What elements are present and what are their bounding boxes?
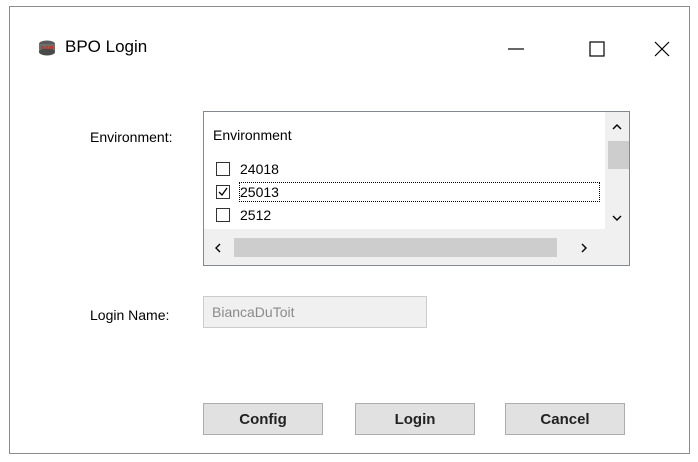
environment-list-header: Environment xyxy=(213,127,292,143)
minimize-icon xyxy=(508,48,524,50)
horizontal-scroll-thumb[interactable] xyxy=(234,238,557,257)
list-item-label: 2512 xyxy=(240,207,272,223)
scroll-left-button[interactable] xyxy=(209,239,227,257)
login-button[interactable]: Login xyxy=(355,403,475,435)
maximize-icon xyxy=(589,41,605,57)
login-name-field[interactable] xyxy=(203,296,427,328)
scroll-right-button[interactable] xyxy=(575,239,593,257)
vertical-scrollbar[interactable] xyxy=(605,112,629,229)
close-button[interactable] xyxy=(644,31,680,67)
config-button[interactable]: Config xyxy=(203,403,323,435)
environment-label: Environment: xyxy=(90,129,173,145)
checkmark-icon xyxy=(218,187,228,197)
maximize-button[interactable] xyxy=(579,31,615,67)
list-item-2512[interactable]: 2512 xyxy=(209,206,597,228)
checkbox-24018[interactable] xyxy=(216,162,230,176)
minimize-button[interactable] xyxy=(498,31,534,67)
list-item-25013[interactable]: 25013 xyxy=(209,182,600,205)
chevron-up-icon xyxy=(612,124,622,130)
window-title: BPO Login xyxy=(65,37,148,56)
list-item-24018[interactable]: 24018 xyxy=(209,160,597,182)
vertical-scroll-thumb[interactable] xyxy=(608,141,629,169)
scroll-up-button[interactable] xyxy=(605,118,629,136)
environment-list[interactable]: Environment 24018 25013 2512 xyxy=(203,111,630,266)
horizontal-scrollbar[interactable] xyxy=(204,229,605,265)
focus-rectangle xyxy=(239,182,600,202)
checkbox-2512[interactable] xyxy=(216,208,230,222)
login-dialog: BPO Login Environment: Environment 24018 xyxy=(9,6,690,454)
app-icon xyxy=(38,39,56,57)
dialog-body: Environment: Environment 24018 25013 251… xyxy=(10,81,689,453)
list-item-label: 25013 xyxy=(240,184,279,200)
title-bar[interactable]: BPO Login xyxy=(10,7,689,81)
scroll-down-button[interactable] xyxy=(605,209,629,227)
chevron-left-icon xyxy=(215,243,221,253)
list-item-label: 24018 xyxy=(240,161,279,177)
chevron-down-icon xyxy=(612,215,622,221)
login-name-label: Login Name: xyxy=(90,307,170,323)
checkbox-25013[interactable] xyxy=(216,185,230,199)
close-icon xyxy=(654,41,670,57)
scrollbar-corner xyxy=(605,229,629,265)
cancel-button[interactable]: Cancel xyxy=(505,403,625,435)
chevron-right-icon xyxy=(581,243,587,253)
